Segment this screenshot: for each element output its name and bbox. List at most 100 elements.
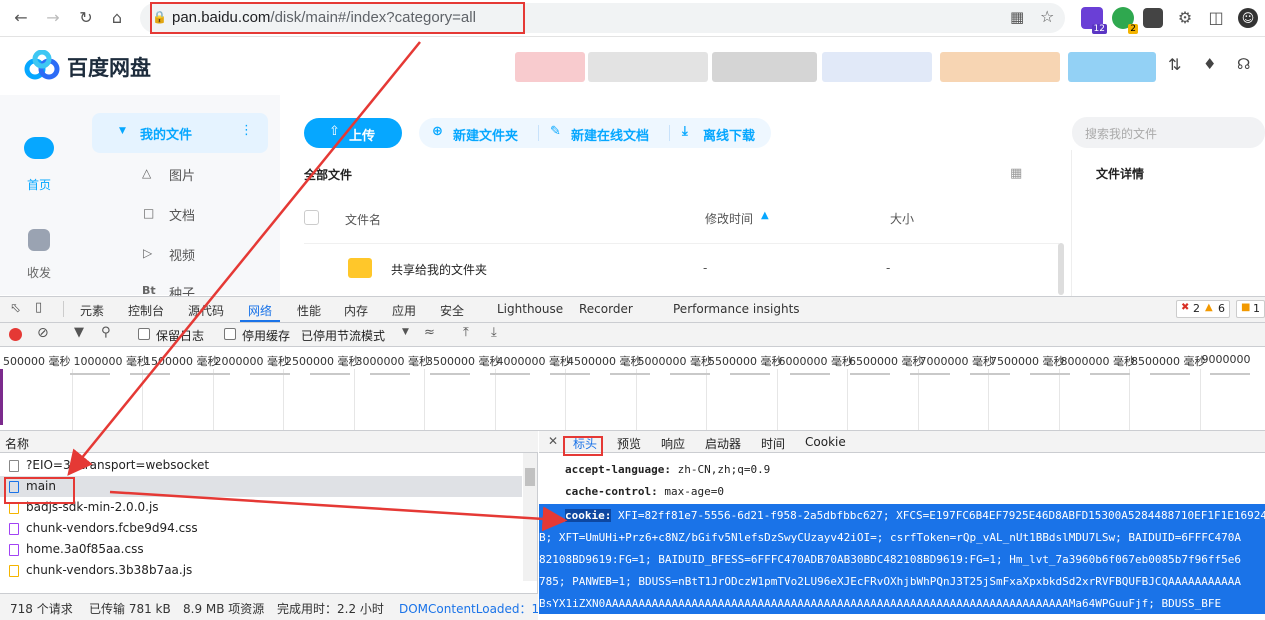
issue-count: 1: [1253, 302, 1260, 315]
my-files-item[interactable]: ▼ 我的文件 ⋮: [92, 113, 268, 153]
detail-tab-preview[interactable]: 预览: [617, 435, 641, 452]
import-har-icon[interactable]: ⤒: [463, 325, 469, 340]
detail-tab-initiator[interactable]: 启动器: [705, 435, 741, 452]
export-har-icon[interactable]: ⤓: [491, 325, 497, 340]
extension-icon-2[interactable]: 2: [1112, 7, 1138, 34]
col-filename[interactable]: 文件名: [345, 211, 381, 228]
inspect-icon[interactable]: ⬁: [10, 301, 21, 316]
filter-icon[interactable]: ▼: [74, 325, 84, 340]
search-input[interactable]: 搜索我的文件: [1072, 117, 1265, 148]
back-icon[interactable]: ←: [11, 8, 31, 28]
timeline-tick-label: 6000000 毫秒: [778, 355, 854, 368]
issues-button[interactable]: ■ 1: [1236, 300, 1265, 318]
menu-item-docs[interactable]: 文档: [169, 205, 195, 224]
select-all-checkbox[interactable]: [304, 210, 319, 225]
menu-item-images[interactable]: 图片: [169, 165, 195, 184]
tab-security[interactable]: 安全: [440, 302, 464, 319]
tab-performance-insights[interactable]: Performance insights: [673, 302, 800, 316]
clear-icon[interactable]: ⊘: [37, 325, 49, 341]
detail-tab-response[interactable]: 响应: [661, 435, 685, 452]
forward-icon[interactable]: →: [43, 8, 63, 28]
network-conditions-icon[interactable]: ≈: [424, 325, 435, 340]
tab-memory[interactable]: 内存: [344, 302, 368, 319]
upload-button[interactable]: ⇧ 上传: [304, 118, 402, 148]
disable-cache-checkbox[interactable]: [224, 328, 236, 340]
menu-item-videos[interactable]: 视频: [169, 245, 195, 264]
issue-icon: ■: [1241, 302, 1251, 313]
timeline-tick-label: 1500000 毫秒: [144, 355, 219, 368]
scrollbar-thumb[interactable]: [525, 468, 535, 486]
tab-console[interactable]: 控制台: [128, 302, 164, 319]
header-value: max-age=0: [664, 485, 724, 498]
headset-icon[interactable]: ☊: [1237, 55, 1250, 73]
tab-performance[interactable]: 性能: [297, 302, 321, 319]
request-list-scrollbar[interactable]: [523, 453, 537, 581]
reload-icon[interactable]: ↻: [76, 8, 96, 28]
throttle-select[interactable]: 已停用节流模式: [301, 327, 385, 344]
tab-sources[interactable]: 源代码: [188, 302, 224, 319]
breadcrumb[interactable]: 全部文件: [304, 166, 352, 183]
name-column-header[interactable]: 名称: [5, 435, 29, 452]
table-row[interactable]: main: [0, 476, 522, 497]
table-row[interactable]: chunk-vendors.fcbe9d94.css: [0, 518, 522, 539]
issues-counter[interactable]: ✖ 2 ▲ 6: [1176, 300, 1230, 318]
tab-lighthouse[interactable]: Lighthouse: [497, 302, 563, 316]
cookie-line: 82108BD9619:FG=1; BAIDUID_BFESS=6FFFC470…: [539, 553, 1241, 566]
timeline-tick-label: 500000 毫秒: [3, 355, 71, 368]
js-file-icon: [9, 565, 19, 577]
network-overview-timeline[interactable]: 500000 毫秒 1000000 毫秒 1500000 毫秒 2000000 毫秒 2…: [0, 347, 1265, 431]
timeline-tick-label: 1000000 毫秒: [73, 355, 149, 368]
bookmark-star-icon[interactable]: ☆: [1040, 7, 1054, 26]
blurred-nav-1: [515, 52, 585, 82]
cookie-header-selected[interactable]: cookie: XFI=82ff81e7-5556-6d21-f958-2a5d…: [539, 504, 1265, 614]
chevron-down-icon[interactable]: ▼: [402, 327, 409, 337]
home-icon[interactable]: ⌂: [107, 8, 127, 28]
bell-icon[interactable]: ♦: [1203, 55, 1216, 73]
qr-code-icon[interactable]: ▦: [1010, 8, 1024, 26]
col-modified[interactable]: 修改时间: [705, 210, 753, 227]
blurred-nav-3: [712, 52, 817, 82]
leftnav-home[interactable]: 首页: [27, 176, 51, 193]
leftnav-transfer[interactable]: 收发: [27, 264, 51, 281]
table-row[interactable]: chunk-vendors.3b38b7aa.js: [0, 560, 522, 581]
transfer-icon[interactable]: ⇅: [1168, 55, 1181, 74]
tab-elements[interactable]: 元素: [80, 302, 104, 319]
tab-network[interactable]: 网络: [248, 302, 272, 319]
table-row[interactable]: home.3a0f85aa.css: [0, 539, 522, 560]
disable-cache-label: 停用缓存: [242, 329, 291, 343]
tab-recorder[interactable]: Recorder: [579, 302, 633, 316]
header-accept-language: accept-language: zh-CN,zh;q=0.9: [565, 463, 770, 476]
file-list-scrollbar[interactable]: [1058, 243, 1064, 295]
extension-icon-1[interactable]: 12: [1081, 7, 1107, 34]
tab-application[interactable]: 应用: [392, 302, 416, 319]
col-size[interactable]: 大小: [890, 210, 914, 227]
preserve-log-checkbox[interactable]: [138, 328, 150, 340]
detail-tab-cookie[interactable]: Cookie: [805, 435, 846, 449]
devtools-panel: ⬁ ▯ 元素 控制台 源代码 网络 性能 内存 应用 安全 Lighthouse…: [0, 296, 1265, 620]
new-online-doc-button[interactable]: 新建在线文档: [571, 125, 649, 144]
main-request-annotation-box: [4, 477, 75, 504]
detail-tab-timing[interactable]: 时间: [761, 435, 785, 452]
search-icon[interactable]: ⚲: [101, 325, 111, 340]
table-row[interactable]: 共享给我的文件夹 - -: [345, 256, 1045, 282]
toolbar-divider: [669, 125, 670, 141]
home-cloud-icon[interactable]: [24, 137, 54, 159]
offline-download-button[interactable]: 离线下载: [703, 125, 755, 144]
grid-view-icon[interactable]: ▦: [1010, 166, 1022, 181]
device-toggle-icon[interactable]: ▯: [35, 300, 42, 315]
more-icon[interactable]: ⋮: [240, 123, 253, 138]
baidu-pan-logo-icon: [24, 50, 60, 80]
sidepanel-icon[interactable]: ◫: [1206, 8, 1226, 28]
new-folder-button[interactable]: 新建文件夹: [453, 125, 518, 144]
timeline-tick-label: 9000000: [1201, 353, 1251, 366]
record-icon[interactable]: [9, 328, 22, 341]
close-icon[interactable]: ✕: [548, 434, 558, 448]
extension-icon-3[interactable]: [1143, 8, 1163, 28]
profile-avatar[interactable]: ☺: [1238, 8, 1258, 28]
document-icon: □: [143, 206, 155, 220]
transfer-share-icon[interactable]: [28, 229, 50, 251]
sort-icon[interactable]: ▲: [761, 210, 769, 221]
table-row[interactable]: ?EIO=3&transport=websocket: [0, 455, 522, 476]
puzzle-icon[interactable]: ⚙: [1175, 8, 1195, 28]
table-row[interactable]: badjs-sdk-min-2.0.0.js: [0, 497, 522, 518]
